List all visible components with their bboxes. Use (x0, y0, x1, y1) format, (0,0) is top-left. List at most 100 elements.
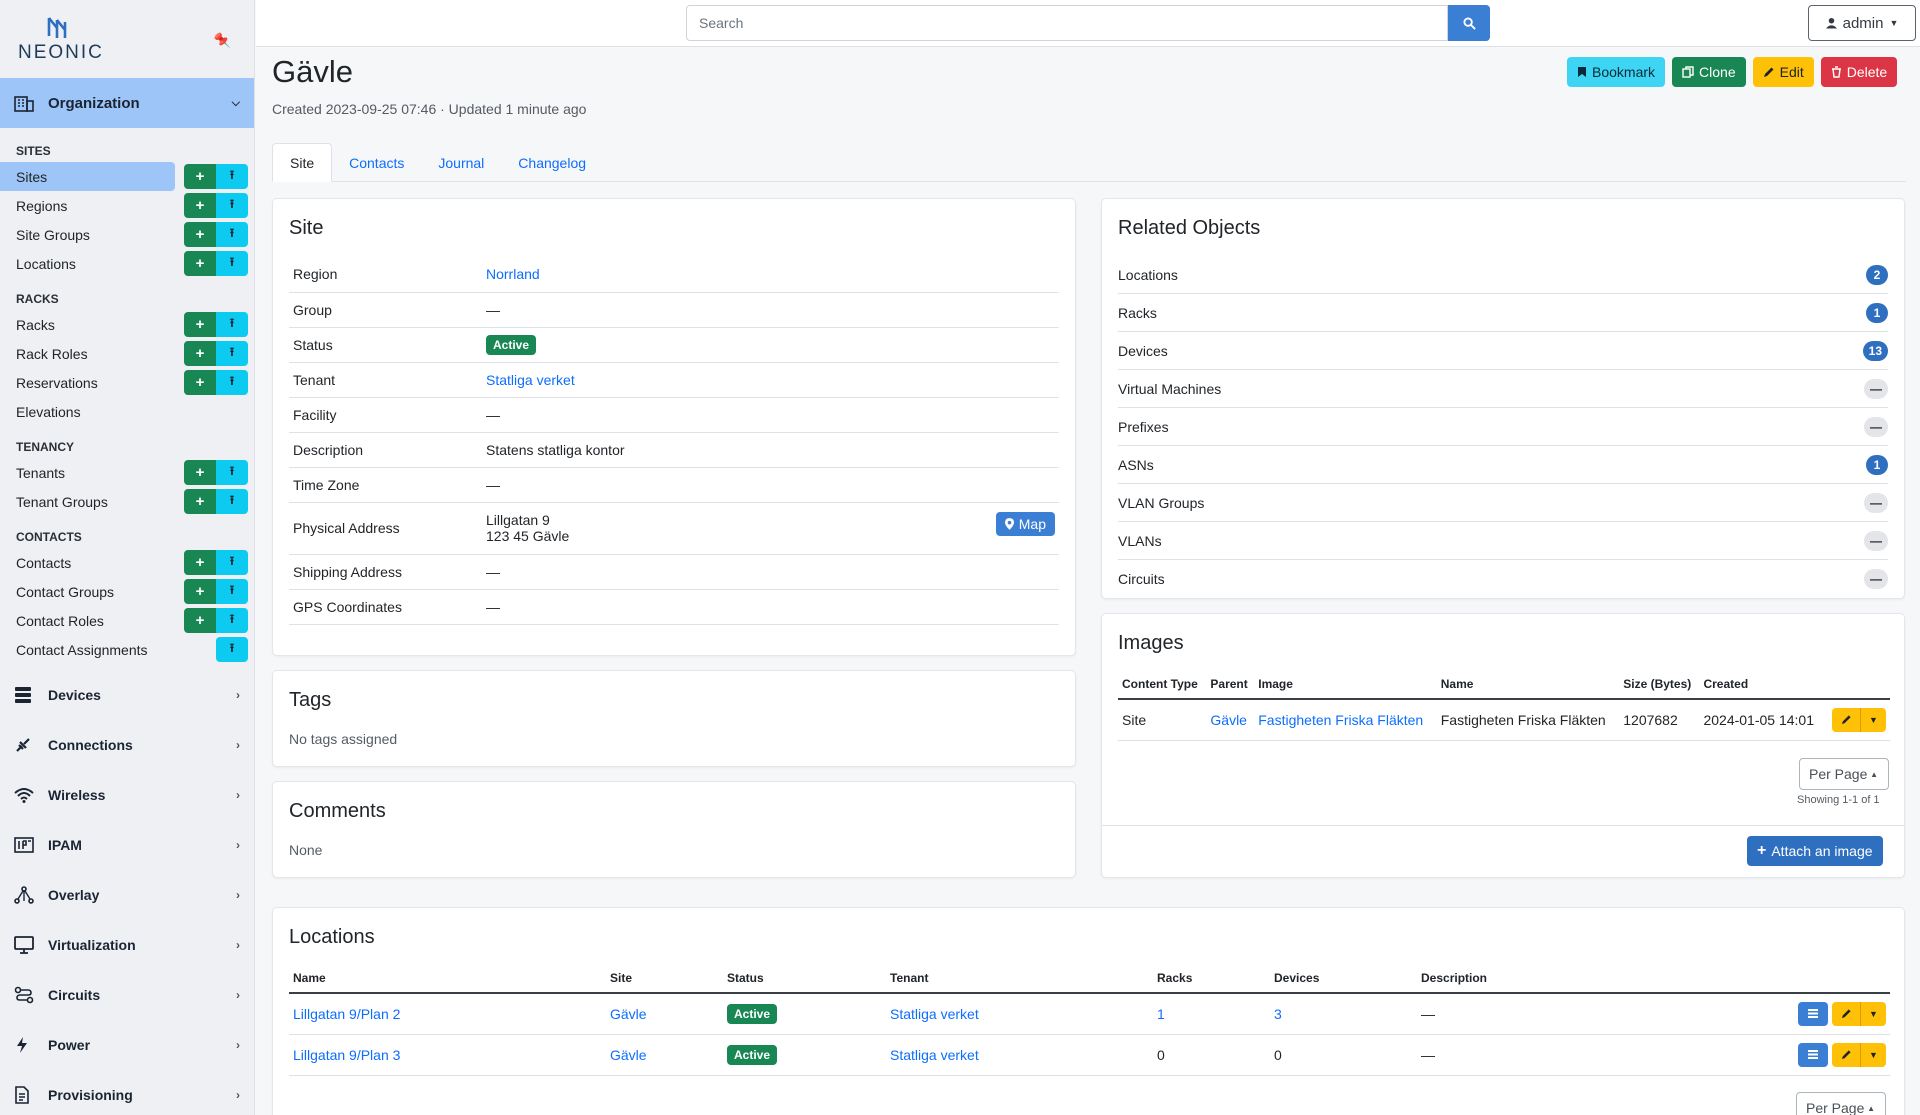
add-icon[interactable]: + (184, 251, 216, 276)
user-menu-button[interactable]: admin ▼ (1808, 5, 1916, 41)
location-name-link[interactable]: Lillgatan 9/Plan 2 (293, 1006, 400, 1022)
related-row-virtual-machines[interactable]: Virtual Machines — (1118, 370, 1888, 408)
column-header[interactable]: Devices (1270, 963, 1417, 994)
caret-down-icon[interactable]: ▼ (1860, 707, 1886, 732)
caret-down-icon[interactable]: ▼ (1860, 1001, 1886, 1026)
column-header[interactable]: Tenant (886, 963, 1153, 994)
menu-wireless[interactable]: Wireless › (0, 770, 254, 820)
brand[interactable]: NEONIC 📌 (0, 0, 254, 78)
add-icon[interactable]: + (184, 608, 216, 633)
pencil-icon[interactable] (1832, 1042, 1860, 1067)
column-header[interactable]: Content Type (1118, 669, 1207, 700)
tab-journal[interactable]: Journal (421, 143, 501, 182)
related-row-vlans[interactable]: VLANs — (1118, 522, 1888, 560)
menu-power[interactable]: Power › (0, 1020, 254, 1070)
delete-button[interactable]: Delete (1820, 57, 1898, 87)
sidebar-item-contact-groups[interactable]: Contact Groups + ⭱ (0, 577, 254, 606)
add-icon[interactable]: + (184, 489, 216, 514)
column-header[interactable]: Racks (1153, 963, 1270, 994)
edit-button[interactable]: Edit (1752, 57, 1814, 87)
column-header[interactable]: Name (1436, 669, 1620, 700)
column-header[interactable]: Description (1417, 963, 1770, 994)
pencil-icon[interactable] (1832, 707, 1860, 732)
add-icon[interactable]: + (184, 370, 216, 395)
menu-virtualization[interactable]: Virtualization › (0, 920, 254, 970)
pin-icon[interactable]: 📌 (214, 32, 231, 49)
menu-organization[interactable]: Organization ⌵ (0, 78, 254, 128)
caret-down-icon[interactable]: ▼ (1860, 1042, 1886, 1067)
related-row-prefixes[interactable]: Prefixes — (1118, 408, 1888, 446)
upload-icon[interactable]: ⭱ (216, 550, 248, 575)
per-page-dropdown[interactable]: Per Page ▲ (1796, 1092, 1886, 1115)
attach-image-button[interactable]: + Attach an image (1747, 836, 1883, 866)
menu-ipam[interactable]: IPAM › (0, 820, 254, 870)
menu-devices[interactable]: Devices › (0, 670, 254, 720)
clone-button[interactable]: Clone (1672, 57, 1746, 87)
sidebar-item-sites[interactable]: Sites + ⭱ (0, 162, 248, 191)
tenant-link[interactable]: Statliga verket (890, 1006, 979, 1022)
search-input[interactable]: Search (686, 5, 1448, 41)
add-icon[interactable]: + (184, 312, 216, 337)
upload-icon[interactable]: ⭱ (216, 251, 248, 276)
add-icon[interactable]: + (184, 164, 216, 189)
upload-icon[interactable]: ⭱ (216, 370, 248, 395)
related-row-locations[interactable]: Locations 2 (1118, 256, 1888, 294)
list-button[interactable] (1798, 1042, 1828, 1067)
upload-icon[interactable]: ⭱ (216, 637, 248, 662)
sidebar-item-site-groups[interactable]: Site Groups + ⭱ (0, 220, 254, 249)
column-header[interactable]: Image (1254, 669, 1437, 700)
add-icon[interactable]: + (184, 550, 216, 575)
related-row-asns[interactable]: ASNs 1 (1118, 446, 1888, 484)
location-name-link[interactable]: Lillgatan 9/Plan 3 (293, 1047, 400, 1063)
column-header[interactable]: Size (Bytes) (1619, 669, 1700, 700)
upload-icon[interactable]: ⭱ (216, 341, 248, 366)
region-link[interactable]: Norrland (486, 266, 540, 282)
devices-count-link[interactable]: 3 (1274, 1006, 1282, 1022)
add-icon[interactable]: + (184, 460, 216, 485)
column-header[interactable]: Status (723, 963, 886, 994)
related-row-vlan-groups[interactable]: VLAN Groups — (1118, 484, 1888, 522)
add-icon[interactable]: + (184, 193, 216, 218)
site-link[interactable]: Gävle (610, 1006, 647, 1022)
related-row-racks[interactable]: Racks 1 (1118, 294, 1888, 332)
parent-link[interactable]: Gävle (1210, 712, 1247, 728)
tenant-link[interactable]: Statliga verket (486, 372, 575, 388)
upload-icon[interactable]: ⭱ (216, 579, 248, 604)
add-icon[interactable]: + (184, 341, 216, 366)
site-link[interactable]: Gävle (610, 1047, 647, 1063)
upload-icon[interactable]: ⭱ (216, 608, 248, 633)
tab-contacts[interactable]: Contacts (332, 143, 421, 182)
edit-dropdown-button[interactable]: ▼ (1832, 707, 1886, 732)
edit-dropdown-button[interactable]: ▼ (1832, 1042, 1886, 1067)
column-header[interactable]: Site (606, 963, 723, 994)
tenant-link[interactable]: Statliga verket (890, 1047, 979, 1063)
add-icon[interactable]: + (184, 579, 216, 604)
menu-circuits[interactable]: Circuits › (0, 970, 254, 1020)
bookmark-button[interactable]: Bookmark (1567, 57, 1666, 87)
upload-icon[interactable]: ⭱ (216, 222, 248, 247)
sidebar-item-reservations[interactable]: Reservations + ⭱ (0, 368, 254, 397)
sidebar-item-locations[interactable]: Locations + ⭱ (0, 249, 254, 278)
sidebar-item-tenant-groups[interactable]: Tenant Groups + ⭱ (0, 487, 254, 516)
sidebar-item-contact-roles[interactable]: Contact Roles + ⭱ (0, 606, 254, 635)
menu-overlay[interactable]: Overlay › (0, 870, 254, 920)
tab-site[interactable]: Site (272, 143, 333, 182)
menu-provisioning[interactable]: Provisioning › (0, 1070, 254, 1115)
upload-icon[interactable]: ⭱ (216, 460, 248, 485)
list-button[interactable] (1798, 1001, 1828, 1026)
sidebar-item-racks[interactable]: Racks + ⭱ (0, 310, 254, 339)
menu-connections[interactable]: Connections › (0, 720, 254, 770)
edit-dropdown-button[interactable]: ▼ (1832, 1001, 1886, 1026)
pencil-icon[interactable] (1832, 1001, 1860, 1026)
upload-icon[interactable]: ⭱ (216, 164, 248, 189)
search-button[interactable] (1448, 5, 1490, 41)
upload-icon[interactable]: ⭱ (216, 193, 248, 218)
racks-count-link[interactable]: 1 (1157, 1006, 1165, 1022)
related-row-devices[interactable]: Devices 13 (1118, 332, 1888, 370)
tab-changelog[interactable]: Changelog (501, 143, 603, 182)
column-header[interactable]: Name (289, 963, 606, 994)
add-icon[interactable]: + (184, 222, 216, 247)
related-row-circuits[interactable]: Circuits — (1118, 560, 1888, 598)
sidebar-item-contact-assignments[interactable]: Contact Assignments ⭱ (0, 635, 254, 664)
column-header[interactable]: Parent (1206, 669, 1255, 700)
